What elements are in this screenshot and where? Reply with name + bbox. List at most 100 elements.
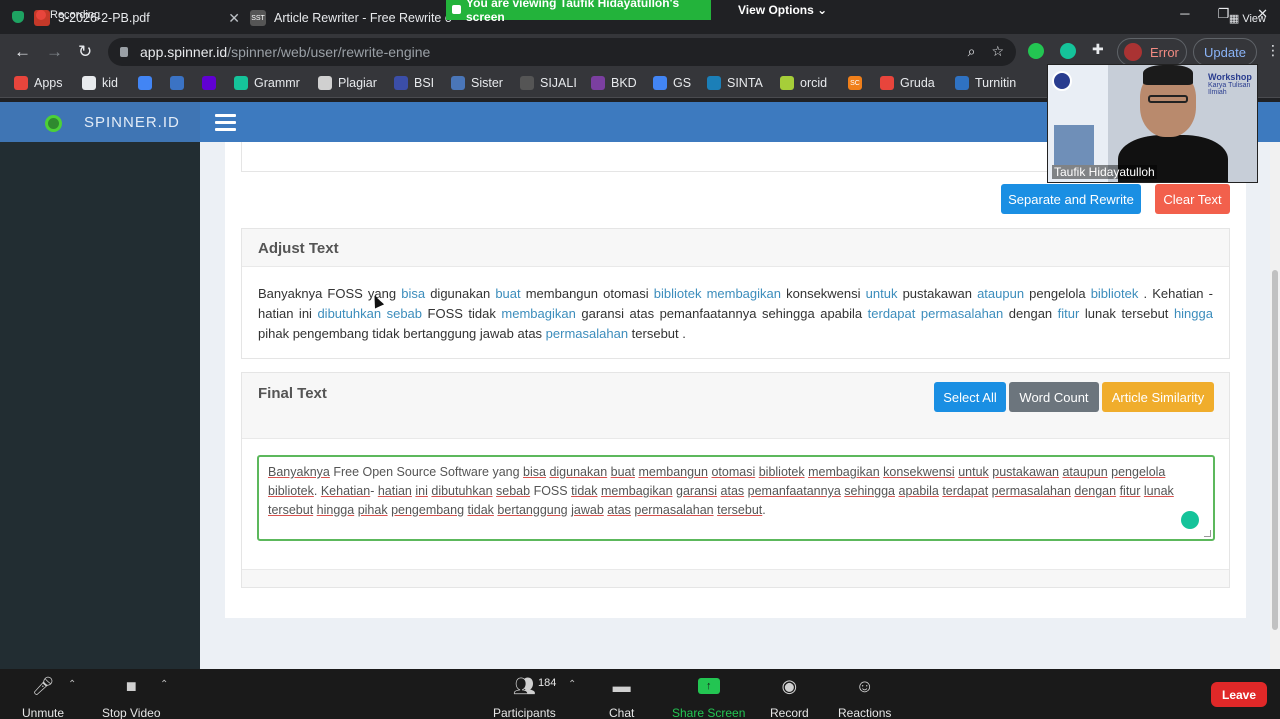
select-all-button[interactable]: Select All [934, 382, 1006, 412]
synonym-word[interactable]: untuk [866, 286, 898, 301]
synonym-word[interactable]: bibliotek [654, 286, 702, 301]
share-screen-icon: ↑ [697, 678, 720, 694]
restore-icon[interactable]: ❐ [1217, 6, 1229, 22]
synonym-word[interactable]: buat [495, 286, 520, 301]
unmute-button[interactable]: 🎤︎ Unmute [22, 674, 64, 719]
bookmark-label: Plagiar [338, 76, 377, 90]
bookmark-bkd[interactable]: BKD [591, 76, 637, 90]
leave-button[interactable]: Leave [1211, 682, 1267, 707]
synonym-word[interactable]: ataupun [977, 286, 1024, 301]
synonym-word[interactable]: fitur [1058, 306, 1080, 321]
close-icon[interactable]: ✕ [228, 10, 240, 27]
url-host: app.spinner.id [140, 44, 228, 60]
synonym-word[interactable]: permasalahan [921, 306, 1003, 321]
bookmark-sinta[interactable]: SINTA [707, 76, 763, 90]
zoom-search-icon[interactable]: ⌕ [968, 43, 976, 60]
reactions-label: Reactions [838, 706, 892, 719]
bookmark-sister[interactable]: Sister [451, 76, 503, 90]
share-screen-wrapper: ↑ [697, 674, 720, 698]
bookmark-bsi[interactable]: BSI [394, 76, 434, 90]
spellcheck-word: pustakawan [992, 465, 1059, 479]
synonym-word[interactable]: bisa [401, 286, 425, 301]
zoom-view-button[interactable]: ▦ View [1229, 12, 1266, 25]
bookmark-label: GS [673, 76, 692, 90]
scroll-thumb[interactable] [1272, 270, 1278, 630]
view-options-button[interactable]: View Options ⌄ [738, 3, 827, 17]
share-screen-label: Share Screen [672, 706, 746, 719]
adjust-text-segment: lunak tersebut [1079, 306, 1174, 321]
article-similarity-button[interactable]: Article Similarity [1102, 382, 1214, 412]
synonym-word[interactable]: dibutuhkan [317, 306, 381, 321]
bookmark-favicon-icon [394, 76, 408, 90]
spellcheck-word: permasalahan [634, 503, 714, 517]
synonym-word[interactable]: permasalahan [546, 326, 628, 341]
recording-indicator: Recording [36, 9, 100, 21]
star-icon[interactable]: ☆ [991, 43, 1004, 60]
brand-area[interactable]: SPINNER.ID [0, 102, 200, 142]
resize-handle-icon[interactable] [1204, 530, 1211, 537]
url-path: /spinner/web/user/rewrite-engine [227, 44, 431, 60]
page-scrollbar[interactable] [1270, 142, 1280, 669]
grammarly-icon[interactable] [1181, 511, 1199, 529]
bookmark-turnitin[interactable]: Turnitin [955, 76, 1016, 90]
bookmark-gruda[interactable]: Gruda [880, 76, 935, 90]
final-text-segment: Free Open Source Software yang [329, 465, 524, 479]
synonym-word[interactable]: bibliotek [1091, 286, 1139, 301]
bookmark-icon-14[interactable]: SC [848, 76, 868, 90]
hamburger-menu-icon[interactable] [215, 114, 236, 135]
brand-name: SPINNER.ID [84, 114, 180, 131]
bookmark-apps[interactable]: Apps [14, 76, 63, 90]
grammarly-extension-icon[interactable] [1060, 43, 1076, 59]
adjust-text-segment: konsekwensi [781, 286, 866, 301]
extension-icon[interactable] [1028, 43, 1044, 59]
puzzle-icon[interactable]: ✚ [1092, 41, 1108, 57]
synonym-word[interactable]: membagikan [707, 286, 781, 301]
bookmark-orcid[interactable]: orcid [780, 76, 827, 90]
reload-icon[interactable]: ↻ [78, 42, 92, 62]
word-count-button[interactable]: Word Count [1009, 382, 1099, 412]
spellcheck-word: sebab [496, 484, 531, 498]
spellcheck-word: bibliotek [268, 484, 314, 498]
synonym-word[interactable]: hingga [1174, 306, 1213, 321]
bookmark-favicon-icon [780, 76, 794, 90]
spellcheck-word: atas [607, 503, 631, 517]
bookmark-icon-4[interactable] [202, 76, 222, 90]
minimize-icon[interactable]: ─ [1180, 6, 1189, 22]
address-bar[interactable]: app.spinner.id/spinner/web/user/rewrite-… [108, 38, 1016, 66]
final-text-textarea[interactable]: Banyaknya Free Open Source Software yang… [257, 455, 1215, 541]
profile-error-button[interactable]: Error [1117, 38, 1187, 66]
bookmark-favicon-icon [170, 76, 184, 90]
separate-and-rewrite-button[interactable]: Separate and Rewrite [1001, 184, 1141, 214]
record-button[interactable]: ◉ Record [770, 674, 809, 719]
final-text-header: Final Text Select All Word Count Article… [242, 373, 1229, 439]
share-screen-button[interactable]: ↑ Share Screen [672, 674, 745, 719]
more-vertical-icon[interactable]: ⋮ [1266, 42, 1280, 59]
synonym-word[interactable]: membagikan [501, 306, 575, 321]
chevron-up-icon[interactable]: ⌃ [160, 679, 168, 690]
bookmark-sijali[interactable]: SIJALI [520, 76, 577, 90]
bookmark-label: orcid [800, 76, 828, 90]
synonym-word[interactable]: sebab [387, 306, 422, 321]
forward-arrow-icon[interactable]: → [46, 42, 63, 62]
record-dot-icon [36, 10, 46, 20]
bookmark-kid[interactable]: kid [82, 76, 118, 90]
synonym-word[interactable]: terdapat [868, 306, 916, 321]
muted-mic-icon: 🎤︎ [31, 675, 55, 696]
bookmark-icon-3[interactable] [170, 76, 190, 90]
chevron-up-icon[interactable]: ⌃ [568, 679, 576, 690]
grid-icon: ▦ [1228, 13, 1243, 25]
stop-video-button[interactable]: ■ Stop Video [102, 674, 161, 719]
profile-status: Error [1150, 44, 1179, 60]
chat-button[interactable]: ▬ Chat [609, 674, 634, 719]
speaker-video-thumbnail[interactable]: Workshop Karya Tulisan Ilmiah Taufik Hid… [1047, 64, 1258, 183]
back-arrow-icon[interactable]: ← [14, 42, 31, 62]
clear-text-button[interactable]: Clear Text [1155, 184, 1230, 214]
chevron-up-icon[interactable]: ⌃ [68, 679, 76, 690]
bookmark-favicon-icon [202, 76, 216, 90]
bookmark-icon-2[interactable] [138, 76, 158, 90]
bookmark-grammr[interactable]: Grammr [234, 76, 300, 90]
update-button[interactable]: Update [1193, 38, 1257, 66]
reactions-button[interactable]: ☺ Reactions [838, 674, 891, 719]
bookmark-plagiar[interactable]: Plagiar [318, 76, 377, 90]
bookmark-gs[interactable]: GS [653, 76, 691, 90]
